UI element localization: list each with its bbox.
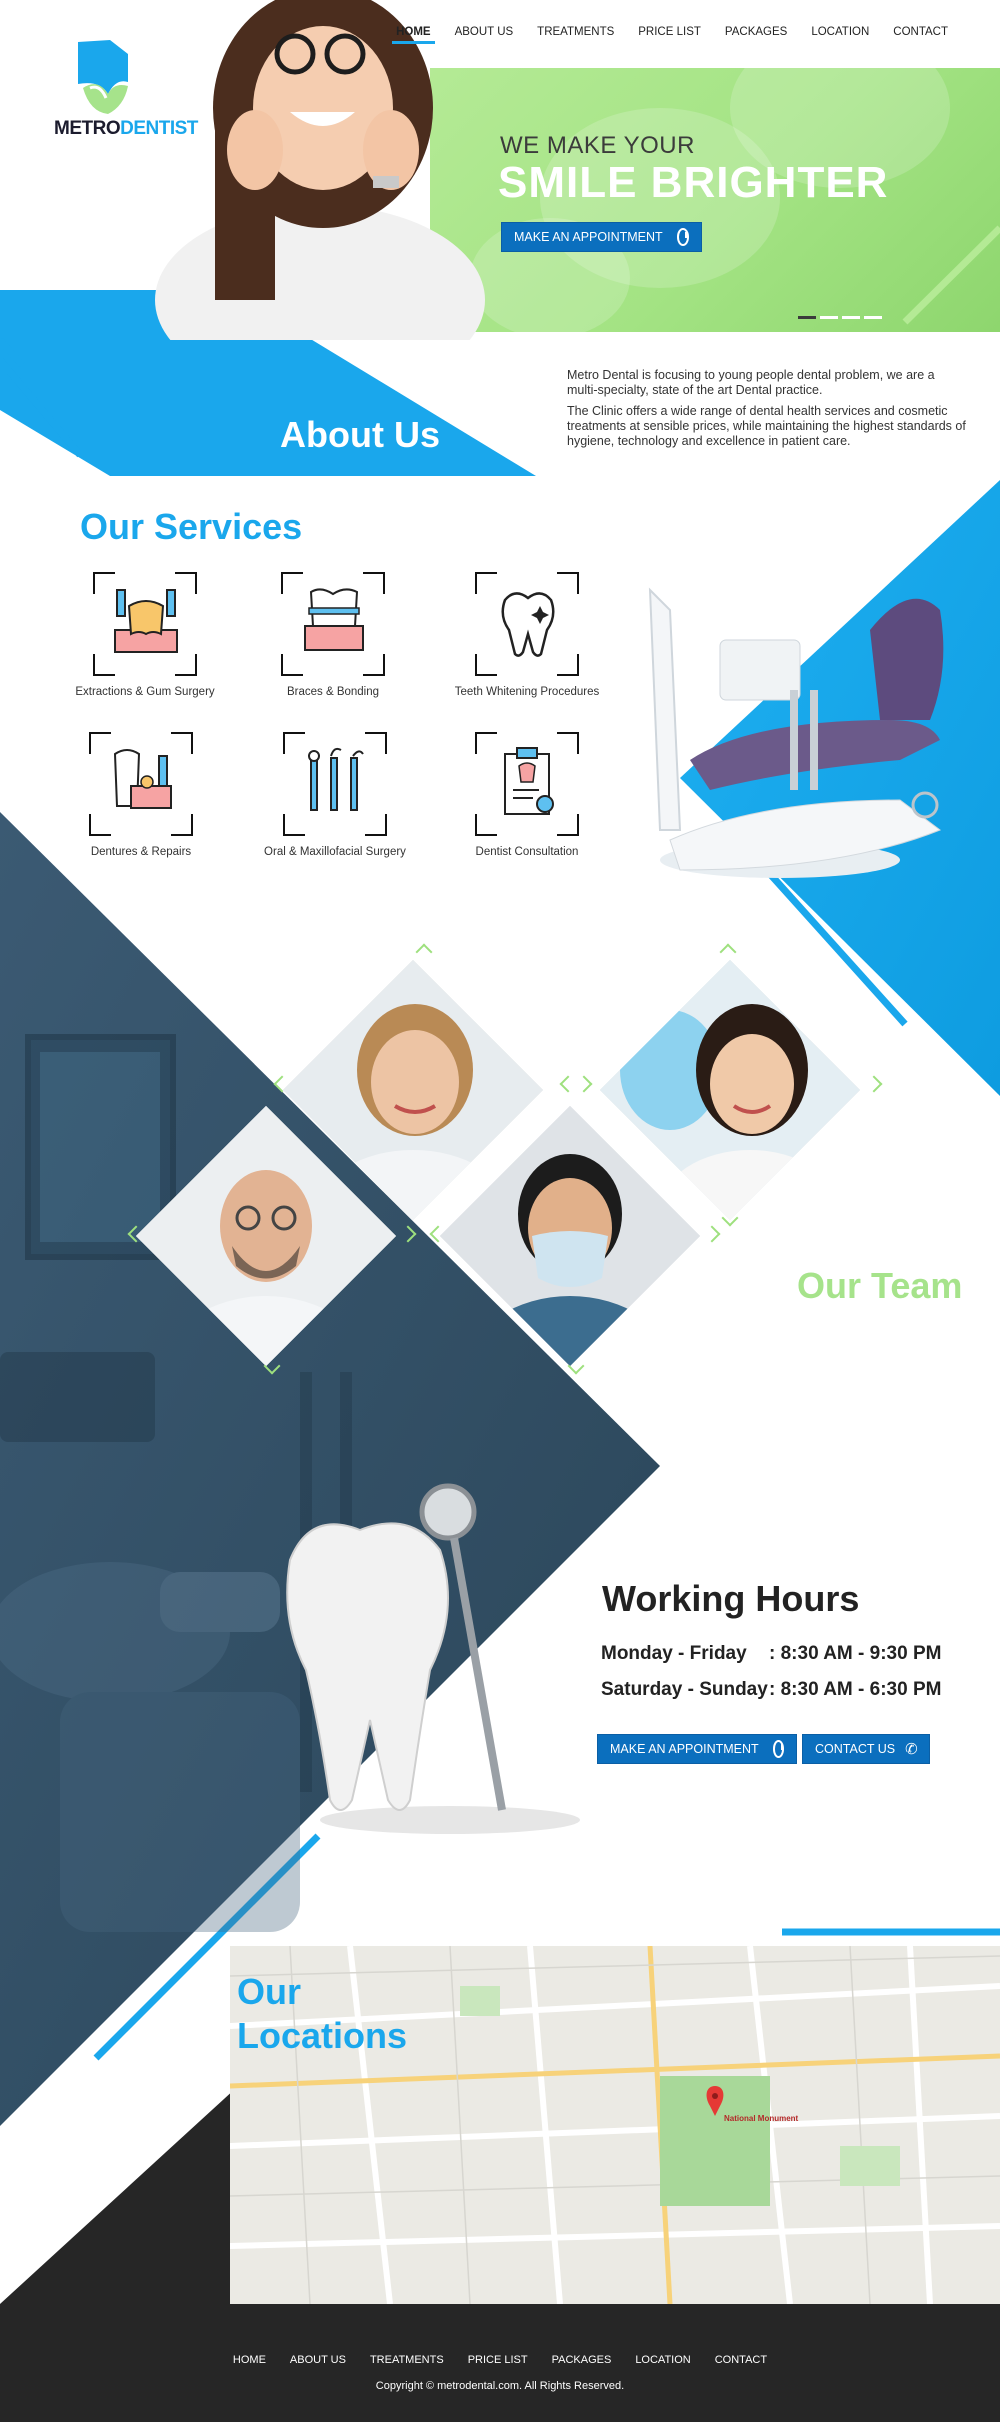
nav-about-us[interactable]: ABOUT US — [443, 26, 526, 44]
hours-time: : 8:30 AM - 6:30 PM — [769, 1679, 942, 1700]
footer-link-about[interactable]: ABOUT US — [278, 2354, 358, 2366]
hero-appointment-button[interactable]: MAKE AN APPOINTMENT — [501, 222, 702, 252]
tooth-logo-icon — [78, 40, 128, 114]
footer-link-contact[interactable]: CONTACT — [703, 2354, 779, 2366]
working-hours-title: Working Hours — [602, 1578, 860, 1619]
team-title: Our Team — [797, 1265, 963, 1306]
hero-tagline: WE MAKE YOUR — [500, 132, 695, 159]
footer-link-packages[interactable]: PACKAGES — [540, 2354, 624, 2366]
slider-dot[interactable] — [798, 316, 816, 319]
nav-home[interactable]: HOME — [384, 26, 443, 44]
hero-slider-dots — [798, 316, 882, 319]
clinic-background-image — [0, 1034, 352, 1932]
appointment-button[interactable]: MAKE AN APPOINTMENT — [597, 1734, 797, 1764]
alarm-clock-icon — [772, 1740, 784, 1758]
hours-time: : 8:30 AM - 9:30 PM — [769, 1643, 942, 1664]
slider-dot[interactable] — [842, 316, 860, 319]
map-pin-label: National Monument — [724, 2114, 799, 2123]
logo-wordmark: METRODENTIST — [54, 118, 198, 139]
main-nav: HOME ABOUT US TREATMENTS PRICE LIST PACK… — [384, 26, 960, 44]
site-logo[interactable]: METRODENTIST — [50, 38, 198, 148]
slider-dot[interactable] — [820, 316, 838, 319]
nav-treatments[interactable]: TREATMENTS — [525, 26, 626, 44]
nav-location[interactable]: LOCATION — [799, 26, 881, 44]
contact-us-button[interactable]: CONTACT US ✆ — [802, 1734, 930, 1764]
dental-chair-image — [648, 587, 944, 878]
hours-row-weekend: Saturday - Sunday: 8:30 AM - 6:30 PM — [601, 1679, 941, 1701]
site-footer: HOME ABOUT US TREATMENTS PRICE LIST PACK… — [0, 2304, 1000, 2422]
nav-price-list[interactable]: PRICE LIST — [626, 26, 713, 44]
nav-packages[interactable]: PACKAGES — [713, 26, 799, 44]
phone-icon: ✆ — [905, 1741, 918, 1758]
slider-dot[interactable] — [864, 316, 882, 319]
about-title: About Us — [280, 414, 440, 455]
footer-link-treatments[interactable]: TREATMENTS — [358, 2354, 456, 2366]
tooth-mirror-image — [286, 1483, 580, 1834]
hours-days: Monday - Friday — [601, 1643, 747, 1664]
footer-link-home[interactable]: HOME — [221, 2354, 278, 2366]
alarm-clock-icon — [676, 228, 689, 246]
copyright-text: Copyright © metrodental.com. All Rights … — [375, 2380, 625, 2392]
hours-row-weekday: Monday - Friday : 8:30 AM - 9:30 PM — [601, 1643, 941, 1665]
hours-days: Saturday - Sunday — [601, 1679, 768, 1700]
hero-headline: SMILE BRIGHTER — [498, 158, 889, 207]
footer-nav: HOME ABOUT US TREATMENTS PRICE LIST PACK… — [0, 2354, 1000, 2366]
nav-contact[interactable]: CONTACT — [881, 26, 960, 44]
footer-link-price-list[interactable]: PRICE LIST — [456, 2354, 540, 2366]
hero-smiling-woman-photo — [145, 0, 485, 340]
footer-link-location[interactable]: LOCATION — [623, 2354, 702, 2366]
locations-title: Our Locations — [237, 1971, 408, 2056]
